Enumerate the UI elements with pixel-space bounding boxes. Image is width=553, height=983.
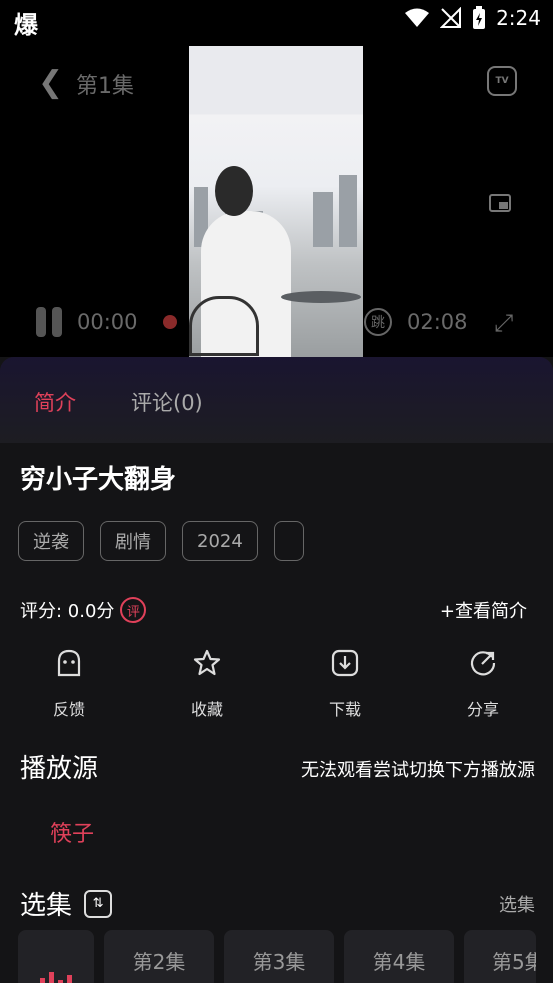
rating-text: 评分: 0.0分 <box>20 601 115 622</box>
tag[interactable]: 剧情 <box>100 521 166 561</box>
back-icon[interactable]: ❮ <box>38 65 63 100</box>
sort-icon[interactable]: ⇅ <box>84 889 113 918</box>
source-tip: 无法观看尝试切换下方播放源 <box>301 760 535 781</box>
download-button[interactable]: 下载 <box>276 648 414 720</box>
tag-empty[interactable] <box>273 521 304 561</box>
action-label: 下载 <box>328 700 361 719</box>
clock: 2:24 <box>496 6 541 30</box>
episode-item[interactable]: 第2集 <box>104 930 214 983</box>
episodes-heading: 选集 ⇅ <box>20 885 113 922</box>
view-intro-link[interactable]: +查看简介 <box>440 597 527 623</box>
status-icons: 2:24 <box>404 6 541 30</box>
tag-list: 逆袭 剧情 2024 <box>18 521 304 561</box>
pause-icon[interactable] <box>36 307 64 337</box>
tab-comments[interactable]: 评论(0) <box>131 387 203 417</box>
drama-title: 穷小子大翻身 <box>20 465 177 495</box>
star-icon <box>192 648 222 678</box>
feedback-button[interactable]: 反馈 <box>0 648 138 720</box>
rating: 评分: 0.0分 评 <box>20 597 147 623</box>
tag[interactable]: 逆袭 <box>18 521 84 561</box>
source-option[interactable]: 筷子 <box>50 816 94 848</box>
download-icon <box>330 648 360 678</box>
tag[interactable]: 2024 <box>182 521 258 561</box>
share-icon <box>468 648 498 678</box>
action-label: 收藏 <box>190 700 223 719</box>
detail-tabs: 简介 评论(0) <box>0 357 553 443</box>
player-controls: 00:00 跳 02:08 ⤢ <box>0 305 553 345</box>
feedback-icon <box>54 648 84 678</box>
detail-content: 穷小子大翻身 逆袭 剧情 2024 评分: 0.0分 评 +查看简介 反馈 收藏… <box>0 443 553 983</box>
episodes-more-link[interactable]: 选集 <box>499 891 535 917</box>
app-icon: 爆 <box>14 11 38 39</box>
favorite-button[interactable]: 收藏 <box>138 648 276 720</box>
share-button[interactable]: 分享 <box>414 648 552 720</box>
action-label: 反馈 <box>52 700 85 719</box>
current-time: 00:00 <box>77 310 138 334</box>
episode-current[interactable] <box>18 930 94 983</box>
action-bar: 反馈 收藏 下载 分享 <box>0 648 553 720</box>
skip-intro-button[interactable]: 跳 <box>364 308 392 336</box>
source-heading: 播放源 <box>20 754 99 784</box>
rate-icon[interactable]: 评 <box>120 597 147 623</box>
status-bar: 爆 2:24 <box>0 0 553 40</box>
tab-intro[interactable]: 简介 <box>34 387 76 417</box>
wifi-icon <box>405 8 430 27</box>
episode-item[interactable]: 第4集 <box>344 930 454 983</box>
battery-icon <box>473 6 486 29</box>
picture-in-picture-icon[interactable] <box>489 194 511 212</box>
video-player[interactable]: ❮ 第1集 TV 00:00 跳 02:08 ⤢ <box>0 40 553 357</box>
progress-handle[interactable] <box>163 315 177 329</box>
playing-icon <box>40 972 72 983</box>
action-label: 分享 <box>466 700 499 719</box>
total-time: 02:08 <box>407 310 468 334</box>
episode-item[interactable]: 第5集 <box>464 930 536 983</box>
no-signal-icon <box>440 7 462 28</box>
episode-list: 第2集 第3集 第4集 第5集 <box>18 930 536 983</box>
fullscreen-icon[interactable]: ⤢ <box>494 309 513 337</box>
tv-cast-icon[interactable]: TV <box>487 66 517 96</box>
episode-title: 第1集 <box>76 74 134 99</box>
episode-item[interactable]: 第3集 <box>224 930 334 983</box>
episodes-title: 选集 <box>20 891 73 921</box>
